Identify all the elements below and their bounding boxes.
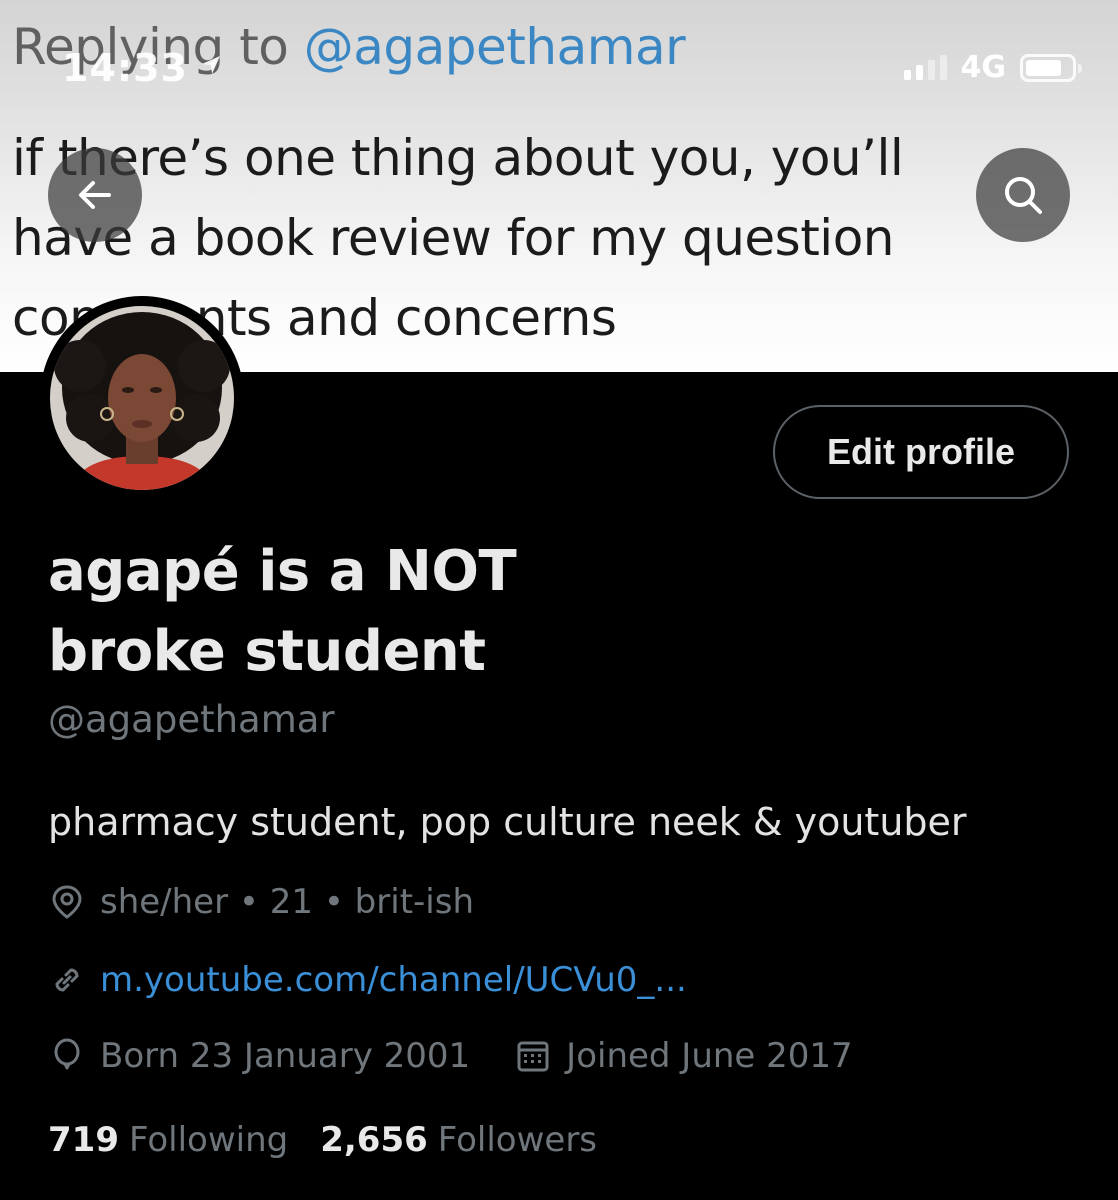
- following-label: Following: [128, 1120, 289, 1160]
- link-icon: [55, 968, 79, 992]
- calendar-icon: [517, 1041, 549, 1072]
- joined-date-group: Joined June 2017: [514, 1036, 853, 1076]
- balloon-icon: [54, 1038, 80, 1070]
- edit-profile-button[interactable]: Edit profile: [773, 405, 1069, 499]
- follow-stats: 719 Following 2,656 Followers: [48, 1120, 597, 1160]
- profile-dates: Born 23 January 2001 Joined June 2017: [48, 1036, 853, 1076]
- followers-count: 2,656: [320, 1120, 428, 1160]
- display-name: agapé is a NOT broke student: [48, 532, 748, 692]
- user-handle: @agapethamar: [48, 698, 335, 741]
- display-name-line: broke student: [48, 619, 486, 684]
- search-button[interactable]: [976, 148, 1070, 242]
- avatar-photo: [50, 306, 234, 490]
- followers-link[interactable]: 2,656 Followers: [320, 1120, 597, 1160]
- banner-tweet-line: have a book review for my question: [12, 209, 894, 267]
- arrow-left-icon: [79, 181, 111, 209]
- location-text: she/her • 21 • brit-ish: [100, 882, 474, 922]
- back-button[interactable]: [48, 148, 142, 242]
- profile-website: m.youtube.com/channel/UCVu0_...: [48, 960, 687, 1000]
- battery-level: [1026, 59, 1062, 76]
- location-pin-icon: [52, 885, 82, 919]
- battery-icon: [1020, 53, 1082, 82]
- banner-tweet-line: if there’s one thing about you, you’ll: [12, 129, 904, 187]
- profile-bio: pharmacy student, pop culture neek & you…: [48, 800, 967, 844]
- birth-date: Born 23 January 2001: [100, 1036, 471, 1076]
- display-name-line: agapé is a NOT: [48, 539, 517, 604]
- following-count: 719: [48, 1120, 119, 1160]
- search-icon: [1005, 177, 1042, 214]
- signal-strength-icon: [903, 54, 947, 80]
- avatar[interactable]: [40, 296, 244, 500]
- following-link[interactable]: 719 Following: [48, 1120, 288, 1160]
- status-time: 14:33: [62, 46, 188, 90]
- followers-label: Followers: [437, 1120, 598, 1160]
- banner-reply-handle: @agapethamar: [303, 18, 686, 76]
- website-link[interactable]: m.youtube.com/channel/UCVu0_...: [100, 960, 687, 1000]
- profile-location: she/her • 21 • brit-ish: [48, 882, 474, 922]
- location-arrow-icon: [202, 56, 220, 74]
- status-indicators: 4G: [903, 50, 1082, 85]
- joined-date: Joined June 2017: [566, 1036, 853, 1076]
- network-type: 4G: [960, 50, 1007, 85]
